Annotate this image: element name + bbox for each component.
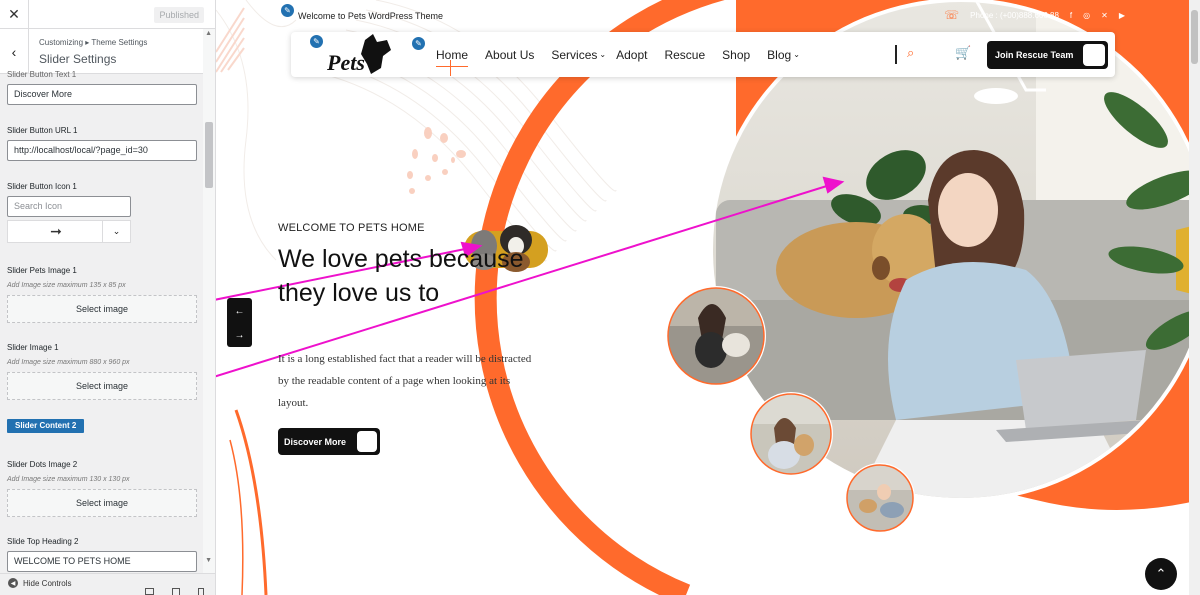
button-url-input[interactable]: http://localhost/local/?page_id=30: [7, 140, 197, 161]
customizer-header: ✕ Published: [0, 0, 215, 29]
chevron-down-icon[interactable]: ⌄: [793, 50, 800, 59]
arrow-right-icon: ➞: [50, 223, 62, 239]
icon-picker[interactable]: ➞ ⌄: [7, 220, 131, 243]
back-icon[interactable]: ‹: [0, 29, 29, 74]
logo-text: Pets: [326, 50, 365, 75]
nav-home[interactable]: Home: [436, 48, 469, 67]
slider-image-select-button[interactable]: Select image: [7, 372, 197, 400]
preview-scrollbar[interactable]: [1189, 0, 1200, 595]
discover-more-button[interactable]: Discover More: [278, 428, 380, 455]
tablet-preview-icon[interactable]: [172, 588, 180, 595]
back-to-top-button[interactable]: ⌃: [1145, 558, 1177, 590]
edit-logo-pencil-icon[interactable]: ✎: [309, 34, 324, 49]
site-logo[interactable]: Pets: [321, 34, 401, 76]
slider-image-note: Add Image size maximum 880 x 960 px: [7, 359, 130, 366]
nav-services[interactable]: Services: [551, 48, 597, 62]
hero-description: It is a long established fact that a rea…: [278, 353, 532, 409]
dots-image-label: Slider Dots Image 2: [7, 460, 78, 469]
slider-image-label: Slider Image 1: [7, 343, 59, 352]
scroll-up-icon[interactable]: ▲: [205, 30, 212, 37]
breadcrumb: Customizing ▸ Theme Settings: [39, 38, 148, 47]
button-icon-label: Slider Button Icon 1: [7, 182, 77, 191]
pets-image-label: Slider Pets Image 1: [7, 266, 77, 275]
hero-small-heading: WELCOME TO PETS HOME: [278, 222, 425, 234]
chevron-down-icon[interactable]: ⌄: [102, 221, 130, 242]
close-icon[interactable]: ✕: [0, 0, 29, 29]
button-url-label: Slider Button URL 1: [7, 126, 78, 135]
scroll-down-icon[interactable]: ▼: [205, 557, 212, 564]
slider-content-2-button[interactable]: Slider Content 2: [7, 419, 85, 433]
edit-pencil-icon[interactable]: ✎: [280, 3, 295, 18]
nav-about[interactable]: About Us: [485, 48, 534, 62]
chevron-down-icon[interactable]: ⌄: [599, 50, 606, 59]
arrow-left-icon[interactable]: ←: [227, 301, 252, 321]
sidebar-scroll-thumb[interactable]: [205, 122, 213, 188]
preview-scroll-thumb[interactable]: [1191, 10, 1198, 64]
top-heading-label: Slide Top Heading 2: [7, 537, 79, 546]
youtube-icon[interactable]: ▶: [1119, 11, 1125, 20]
cart-icon[interactable]: 🛒: [955, 45, 971, 61]
x-icon[interactable]: ✕: [1101, 11, 1108, 20]
slider-nav: ← →: [227, 298, 252, 347]
button-icon-box: [1083, 44, 1105, 66]
arrow-right-icon[interactable]: →: [227, 325, 252, 345]
sidebar-scrollbar[interactable]: [203, 29, 215, 574]
nav-blog[interactable]: Blog: [767, 48, 791, 62]
published-button[interactable]: Published: [154, 7, 204, 23]
nav-menu: Home About Us Services ⌄ Adopt Rescue Sh…: [436, 32, 800, 77]
nav-adopt[interactable]: Adopt: [616, 48, 647, 62]
collapse-icon: ◀: [8, 578, 18, 588]
panel-header: ‹ Customizing ▸ Theme Settings Slider Se…: [0, 29, 206, 74]
phone-icon: ☏: [944, 8, 960, 22]
main-navbar: Pets ✎ ✎ Home About Us Services ⌄ Adopt …: [291, 32, 1115, 77]
nav-shop[interactable]: Shop: [722, 48, 750, 62]
pets-image-note: Add Image size maximum 135 x 85 px: [7, 282, 126, 289]
discover-more-label: Discover More: [284, 436, 347, 447]
hide-controls-button[interactable]: ◀ Hide Controls: [8, 578, 71, 588]
pets-image-select-button[interactable]: Select image: [7, 295, 197, 323]
edit-menu-pencil-icon[interactable]: ✎: [411, 36, 426, 51]
dots-image-note: Add Image size maximum 130 x 130 px: [7, 476, 130, 483]
active-nav-indicator: [450, 60, 451, 76]
button-text-label: Slider Button Text 1: [7, 70, 77, 79]
dots-image-select-button[interactable]: Select image: [7, 489, 197, 517]
join-rescue-team-button[interactable]: Join Rescue Team: [987, 41, 1108, 69]
mobile-preview-icon[interactable]: [198, 588, 204, 595]
top-heading-input[interactable]: WELCOME TO PETS HOME: [7, 551, 197, 572]
button-icon-box: [357, 431, 377, 452]
join-button-label: Join Rescue Team: [995, 50, 1074, 60]
facebook-icon[interactable]: f: [1070, 11, 1072, 20]
nav-rescue[interactable]: Rescue: [664, 48, 705, 62]
search-icon[interactable]: ⌕: [907, 45, 914, 61]
customizer-sidebar: ✕ Published ‹ Customizing ▸ Theme Settin…: [0, 0, 216, 595]
hero-title: We love pets because they love us to: [278, 245, 524, 307]
nav-divider: [895, 45, 897, 64]
customizer-footer: ◀ Hide Controls: [0, 573, 215, 595]
desktop-preview-icon[interactable]: [145, 588, 154, 595]
hide-controls-label: Hide Controls: [23, 578, 72, 588]
site-preview: ✎ Welcome to Pets WordPress Theme ☏ Phon…: [216, 0, 1200, 595]
top-contact-bar: ☏ Phone : (+00)888.666.88 f ◎ ✕ ▶: [944, 8, 1125, 22]
instagram-icon[interactable]: ◎: [1083, 11, 1090, 20]
icon-search-input[interactable]: Search Icon: [7, 196, 131, 217]
welcome-text: Welcome to Pets WordPress Theme: [298, 11, 444, 21]
button-text-input[interactable]: Discover More: [7, 84, 197, 105]
panel-title: Slider Settings: [39, 52, 117, 66]
phone-text: Phone : (+00)888.666.88: [970, 10, 1059, 20]
